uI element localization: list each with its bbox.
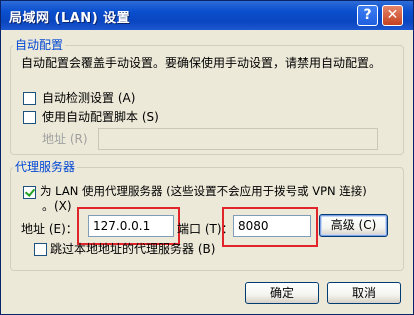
title-bar[interactable]: 局域网 (LAN) 设置 ? ✕ (1, 1, 413, 30)
auto-detect-label[interactable]: 自动检测设置 (A) (42, 91, 135, 105)
auto-config-description: 自动配置会覆盖手动设置。要确保使用手动设置，请禁用自动配置。 (21, 56, 382, 70)
port-highlight-box (222, 207, 318, 247)
proxy-address-label: 地址 (E)： (21, 222, 78, 236)
address-highlight-box (77, 207, 180, 245)
script-address-input[interactable] (98, 128, 378, 150)
ok-button[interactable]: 确定 (245, 282, 319, 304)
lan-settings-dialog: 局域网 (LAN) 设置 ? ✕ 自动配置 自动配置会覆盖手动设置。要确保使用手… (0, 0, 414, 315)
script-address-label: 地址 (R) (42, 132, 88, 146)
proxy-group-title: 代理服务器 (13, 160, 78, 174)
window-title: 局域网 (LAN) 设置 (9, 11, 131, 26)
use-proxy-label-line2[interactable]: 。(X) (42, 199, 72, 213)
use-script-checkbox[interactable] (23, 111, 36, 124)
bypass-local-checkbox[interactable] (34, 243, 47, 256)
auto-detect-checkbox[interactable] (23, 92, 36, 105)
bypass-local-label[interactable]: 跳过本地地址的代理服务器 (B) (50, 242, 215, 256)
cancel-button[interactable]: 取消 (327, 282, 401, 304)
close-icon[interactable]: ✕ (382, 5, 403, 26)
auto-config-title: 自动配置 (13, 38, 66, 52)
use-script-label[interactable]: 使用自动配置脚本 (S) (42, 110, 159, 124)
use-proxy-label-line1[interactable]: 为 LAN 使用代理服务器 (这些设置不会应用于拨号或 VPN 连接) (40, 184, 367, 198)
help-icon[interactable]: ? (357, 5, 378, 26)
use-proxy-checkbox[interactable] (23, 186, 36, 199)
advanced-button[interactable]: 高级 (C) (319, 214, 388, 237)
